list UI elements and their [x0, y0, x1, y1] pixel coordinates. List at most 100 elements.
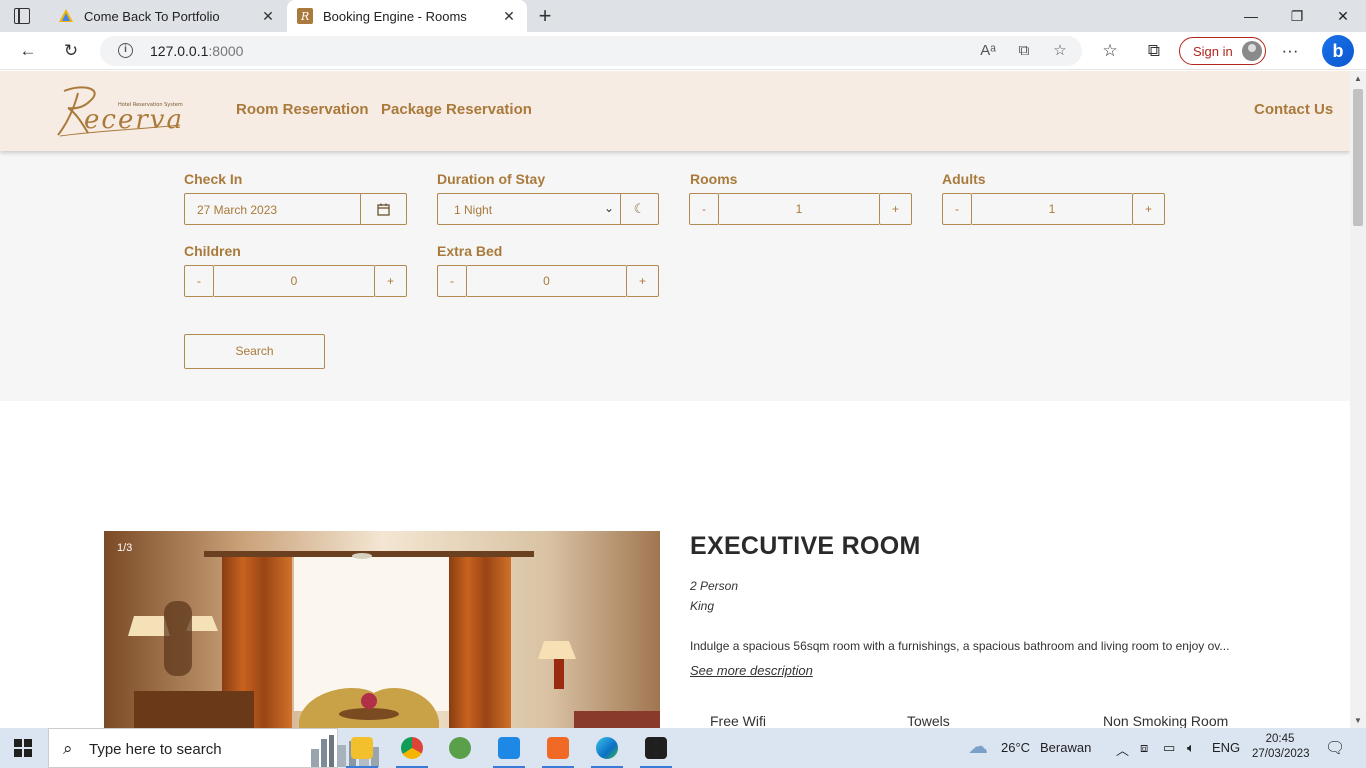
rooms-decrement-button[interactable]: - [689, 193, 719, 225]
taskbar-android-studio[interactable] [436, 728, 484, 768]
new-tab-icon[interactable]: + [535, 4, 555, 28]
window-close-icon[interactable]: ✕ [1320, 0, 1366, 32]
calendar-icon[interactable] [360, 194, 406, 224]
scroll-up-icon[interactable]: ▲ [1350, 74, 1366, 83]
duration-label: Duration of Stay [437, 171, 546, 187]
show-hidden-icons-icon[interactable]: ︿ [1116, 740, 1129, 759]
minimize-icon[interactable]: — [1228, 0, 1274, 32]
taskbar-terminal[interactable] [632, 728, 680, 768]
taskbar-chrome[interactable] [388, 728, 436, 768]
more-menu-icon[interactable]: ··· [1277, 38, 1303, 64]
weather-text[interactable]: Berawan [1040, 740, 1091, 755]
weather-cloud-icon[interactable]: ☁ [968, 734, 988, 759]
taskbar-clock[interactable]: 20:45 27/03/2023 [1252, 732, 1310, 762]
page-scrollbar[interactable]: ▲ ▼ [1350, 71, 1366, 728]
adults-input[interactable]: 1 [972, 193, 1132, 225]
rooms-stepper: - 1 + [689, 193, 912, 225]
moon-icon: ☾ [620, 194, 658, 224]
sign-in-label: Sign in [1193, 43, 1233, 59]
site-header: ecerva Hotel Reservation System Room Res… [0, 71, 1350, 151]
svg-text:R: R [300, 10, 309, 23]
photo-counter: 1/3 [117, 542, 133, 554]
adults-label: Adults [942, 171, 986, 187]
check-in-field[interactable]: 27 March 2023 [184, 193, 407, 225]
bing-copilot-icon[interactable]: b [1322, 35, 1354, 67]
refresh-icon[interactable]: ↻ [58, 38, 84, 64]
clock-date: 27/03/2023 [1252, 748, 1310, 760]
amenity-item: Towels [907, 713, 950, 728]
vscode-icon [498, 737, 520, 759]
extra-bed-increment-button[interactable]: + [626, 265, 659, 297]
extra-bed-input[interactable]: 0 [467, 265, 626, 297]
xampp-icon [547, 737, 569, 759]
children-input[interactable]: 0 [214, 265, 374, 297]
add-favorite-icon[interactable]: ☆ [1049, 40, 1071, 62]
page-viewport: ecerva Hotel Reservation System Room Res… [0, 71, 1350, 728]
read-aloud-icon[interactable]: Aᵃ [977, 40, 999, 62]
nav-room-reservation[interactable]: Room Reservation [236, 101, 369, 118]
windows-start-icon[interactable] [14, 739, 32, 757]
rooms-increment-button[interactable]: + [879, 193, 912, 225]
close-tab-icon[interactable]: ✕ [256, 8, 280, 25]
weather-temp[interactable]: 26°C [1001, 740, 1030, 755]
taskbar-search-box[interactable]: ⌕ Type here to search [48, 728, 379, 768]
amenity-item: Free Wifi [710, 713, 766, 728]
taskbar-xampp[interactable] [534, 728, 582, 768]
adults-decrement-button[interactable]: - [942, 193, 972, 225]
adults-increment-button[interactable]: + [1132, 193, 1165, 225]
check-in-label: Check In [184, 171, 243, 187]
windows-taskbar: ⌕ Type here to search ☁ 26°C Berawan ︿ ⧈… [0, 728, 1366, 768]
nav-contact-us[interactable]: Contact Us [1254, 101, 1333, 118]
duration-select[interactable]: 1 Night ⌄ ☾ [437, 193, 659, 225]
svg-text:ecerva: ecerva [84, 105, 184, 135]
taskbar-edge[interactable] [583, 728, 631, 768]
restore-icon[interactable]: ❐ [1274, 0, 1320, 32]
rooms-label: Rooms [690, 171, 738, 187]
notification-icon[interactable]: 🗨︎ [1325, 738, 1345, 758]
site-info-icon[interactable]: i [118, 43, 133, 58]
taskbar-vscode[interactable] [485, 728, 533, 768]
children-increment-button[interactable]: + [374, 265, 407, 297]
browser-toolbar: ← ↻ i 127.0.0.1:8000 Aᵃ ⧉ ☆ ☆ ⧉ Sign in … [0, 32, 1366, 70]
url-host: 127.0.0.1 [150, 43, 209, 59]
network-icon[interactable]: ⧈ [1140, 740, 1148, 756]
avatar-icon [1242, 41, 1262, 61]
tab-title: Come Back To Portfolio [84, 8, 220, 24]
room-photo-carousel[interactable]: 1/3 [104, 531, 660, 728]
volume-icon[interactable]: 🔈︎ [1187, 740, 1195, 756]
search-button[interactable]: Search [184, 334, 325, 369]
edge-icon [596, 737, 618, 759]
tab-booking-engine[interactable]: R Booking Engine - Rooms ✕ [287, 0, 527, 32]
terminal-icon [645, 737, 667, 759]
app-available-icon[interactable]: ⧉ [1013, 40, 1035, 62]
url-port: :8000 [208, 43, 244, 59]
vertical-tabs-icon[interactable] [14, 8, 30, 24]
see-more-description-link[interactable]: See more description [690, 663, 813, 678]
taskbar-file-explorer[interactable] [338, 728, 386, 768]
search-icon: ⌕ [63, 739, 73, 758]
sign-in-button[interactable]: Sign in [1179, 37, 1266, 65]
language-indicator[interactable]: ENG [1212, 740, 1240, 755]
tab-title: Booking Engine - Rooms [323, 8, 467, 24]
scrollbar-thumb[interactable] [1353, 89, 1363, 226]
battery-icon[interactable]: ▭ [1163, 740, 1175, 756]
url-text[interactable]: 127.0.0.1:8000 [150, 43, 243, 59]
rooms-input[interactable]: 1 [719, 193, 879, 225]
android-studio-icon [449, 737, 471, 759]
amenity-item: Non Smoking Room [1103, 713, 1229, 728]
folder-icon [351, 737, 373, 759]
extra-bed-decrement-button[interactable]: - [437, 265, 467, 297]
scroll-down-icon[interactable]: ▼ [1350, 716, 1366, 725]
back-icon[interactable]: ← [15, 38, 41, 64]
favorites-icon[interactable]: ☆ [1097, 38, 1123, 64]
nav-package-reservation[interactable]: Package Reservation [381, 101, 532, 118]
address-bar[interactable]: i 127.0.0.1:8000 Aᵃ ⧉ ☆ [100, 36, 1082, 66]
room-capacity: 2 Person [690, 579, 739, 593]
chrome-icon [401, 737, 423, 759]
recerva-logo[interactable]: ecerva Hotel Reservation System [54, 83, 184, 139]
children-decrement-button[interactable]: - [184, 265, 214, 297]
collections-icon[interactable]: ⧉ [1141, 38, 1167, 64]
tab-portfolio[interactable]: Come Back To Portfolio ✕ [48, 0, 286, 32]
close-tab-icon[interactable]: ✕ [497, 8, 521, 25]
clock-time: 20:45 [1265, 733, 1295, 745]
